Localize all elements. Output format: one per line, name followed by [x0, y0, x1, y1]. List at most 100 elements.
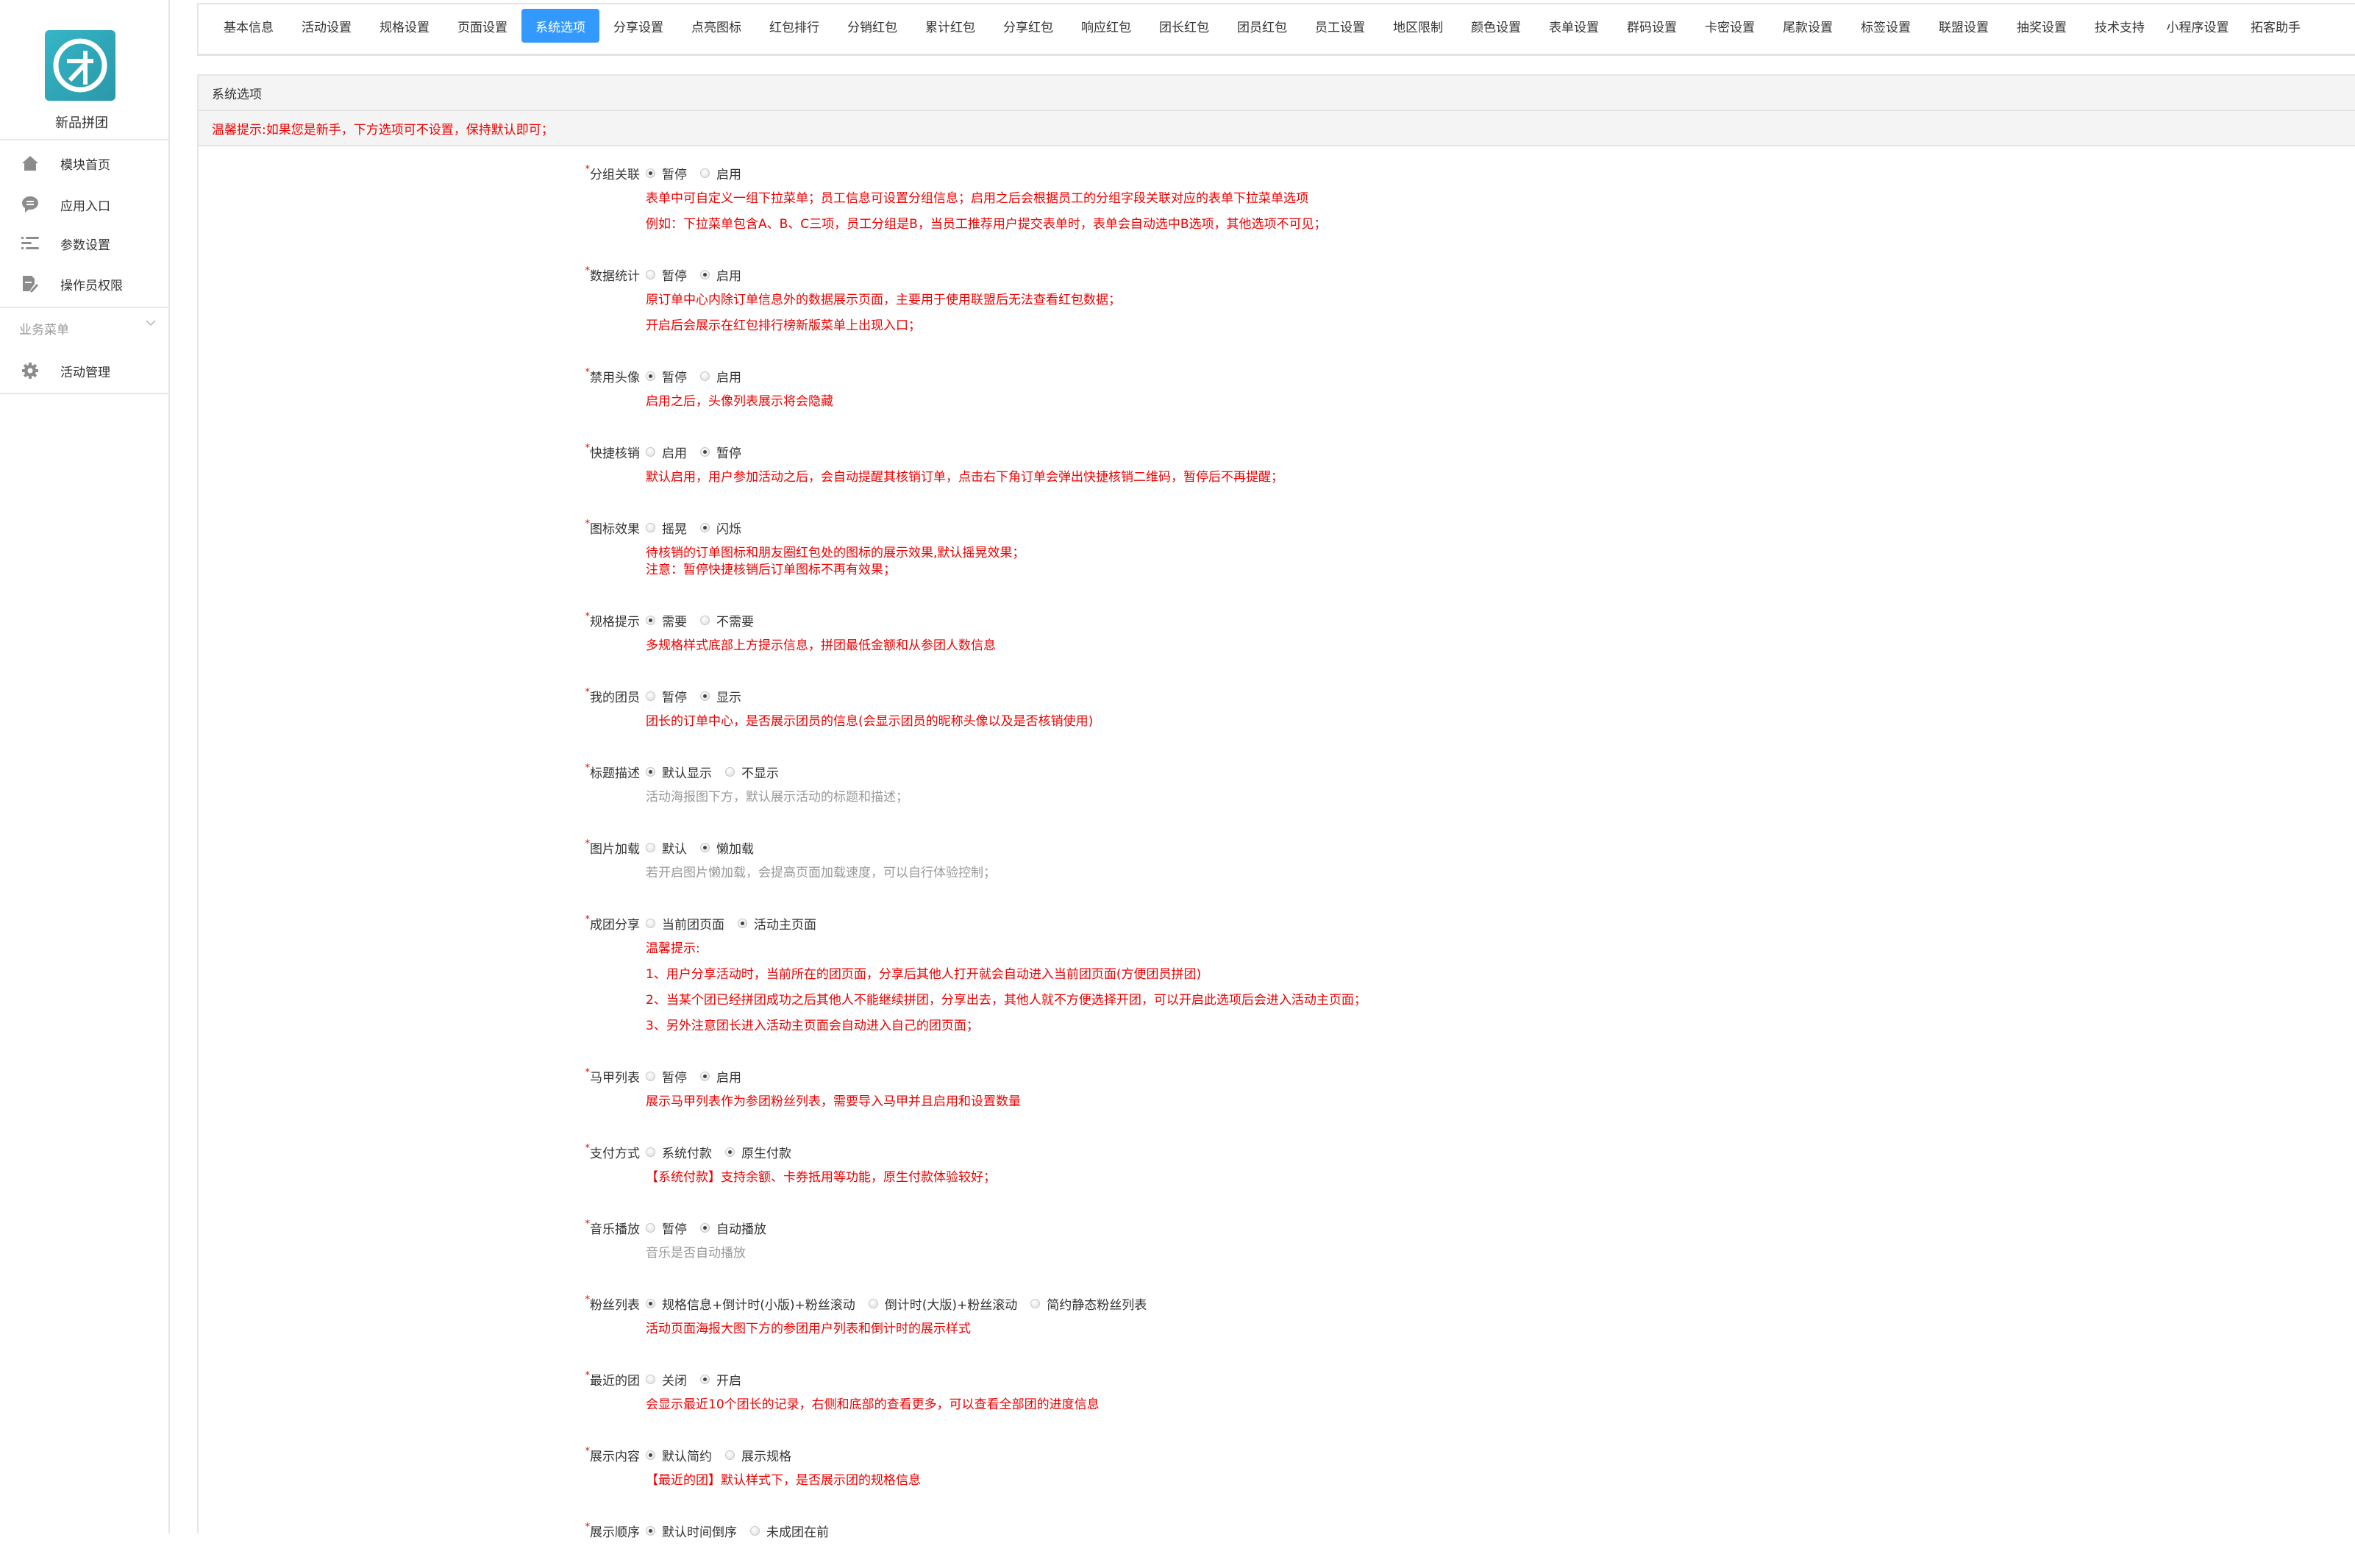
radio-option[interactable]: 懒加载 [700, 838, 754, 857]
radio-selected[interactable] [700, 691, 710, 701]
radio-option[interactable]: 显示 [700, 687, 741, 705]
radio-option[interactable]: 规格信息+倒计时(小版)+粉丝滚动 [646, 1294, 855, 1313]
radio-option[interactable]: 暂停 [646, 367, 687, 385]
radio-selected[interactable] [700, 447, 710, 457]
tab-item[interactable]: 颜色设置 [1457, 9, 1535, 43]
tab-item[interactable]: 点亮图标 [677, 9, 755, 43]
radio-option[interactable]: 展示规格 [725, 1446, 791, 1464]
radio-option[interactable]: 暂停 [646, 266, 687, 284]
radio-selected[interactable] [646, 1526, 655, 1536]
tab-item[interactable]: 页面设置 [443, 9, 521, 43]
radio-option[interactable]: 原生付款 [725, 1143, 791, 1161]
radio-selected[interactable] [725, 1147, 735, 1157]
radio-option[interactable]: 启用 [700, 266, 741, 284]
radio-unselected[interactable] [700, 371, 710, 381]
radio-selected[interactable] [646, 1299, 655, 1308]
radio-option[interactable]: 摇晃 [646, 518, 687, 537]
radio-option[interactable]: 需要 [646, 611, 687, 630]
sidebar-item-home[interactable]: 模块首页 [0, 145, 168, 182]
radio-option[interactable]: 启用 [700, 367, 741, 385]
tab-item[interactable]: 地区限制 [1379, 9, 1457, 43]
radio-option[interactable]: 自动播放 [700, 1219, 766, 1237]
tab-item[interactable]: 标签设置 [1847, 9, 1925, 43]
radio-unselected[interactable] [646, 447, 655, 457]
tab-item[interactable]: 基本信息 [210, 9, 288, 43]
tab-item[interactable]: 表单设置 [1535, 9, 1613, 43]
radio-selected[interactable] [646, 371, 655, 381]
chevron-down-icon[interactable] [146, 318, 156, 328]
sidebar-item-app-entry[interactable]: 应用入口 [0, 186, 168, 223]
radio-selected[interactable] [646, 1450, 655, 1460]
tab-item[interactable]: 规格设置 [366, 9, 443, 43]
radio-option[interactable]: 开启 [700, 1370, 741, 1389]
radio-unselected[interactable] [868, 1299, 878, 1308]
radio-option[interactable]: 不需要 [700, 611, 754, 630]
radio-option[interactable]: 启用 [700, 164, 741, 182]
radio-selected[interactable] [700, 523, 710, 532]
radio-option[interactable]: 简约静态粉丝列表 [1030, 1294, 1147, 1313]
sidebar-item-operator-permissions[interactable]: 操作员权限 [0, 266, 168, 302]
radio-selected[interactable] [700, 1223, 710, 1233]
radio-option[interactable]: 暂停 [646, 164, 687, 182]
radio-option[interactable]: 闪烁 [700, 518, 741, 537]
tab-item[interactable]: 团长红包 [1145, 9, 1223, 43]
radio-unselected[interactable] [646, 1223, 655, 1233]
sidebar-item-activity-management[interactable]: 活动管理 [0, 352, 168, 389]
radio-selected[interactable] [700, 270, 710, 279]
tab-item[interactable]: 抽奖设置 [2003, 9, 2081, 43]
tab-item[interactable]: 红包排行 [755, 9, 833, 43]
tab-item[interactable]: 活动设置 [288, 9, 366, 43]
radio-option[interactable]: 暂停 [646, 1219, 687, 1237]
radio-unselected[interactable] [646, 1072, 655, 1081]
tab-item[interactable]: 群码设置 [1613, 9, 1691, 43]
tab-item[interactable]: 分享红包 [989, 9, 1067, 43]
radio-option[interactable]: 暂停 [700, 443, 741, 461]
radio-selected[interactable] [700, 1072, 710, 1081]
radio-option[interactable]: 默认时间倒序 [646, 1522, 737, 1540]
radio-selected[interactable] [700, 1375, 710, 1384]
radio-option[interactable]: 不显示 [725, 763, 779, 781]
radio-option[interactable]: 默认简约 [646, 1446, 712, 1464]
sidebar-item-params[interactable]: 参数设置 [0, 225, 168, 262]
tab-item[interactable]: 小程序设置 [2159, 9, 2237, 43]
radio-option[interactable]: 启用 [646, 443, 687, 461]
sidebar-group-title[interactable]: 业务菜单 [19, 319, 69, 338]
tab-item[interactable]: 累计红包 [911, 9, 989, 43]
radio-option[interactable]: 当前团页面 [646, 914, 724, 933]
tab-item[interactable]: 技术支持 [2081, 9, 2159, 43]
tab-item[interactable]: 卡密设置 [1691, 9, 1769, 43]
radio-option[interactable]: 暂停 [646, 687, 687, 705]
tab-item[interactable]: 员工设置 [1301, 9, 1379, 43]
radio-option[interactable]: 关闭 [646, 1370, 687, 1389]
radio-option[interactable]: 启用 [700, 1067, 741, 1086]
radio-option[interactable]: 暂停 [646, 1067, 687, 1086]
radio-selected[interactable] [646, 767, 655, 777]
radio-unselected[interactable] [700, 616, 710, 625]
radio-unselected[interactable] [646, 919, 655, 928]
tab-item[interactable]: 系统选项 [521, 9, 599, 43]
radio-unselected[interactable] [646, 1147, 655, 1157]
tab-item[interactable]: 团员红包 [1223, 9, 1301, 43]
radio-option[interactable]: 倒计时(大版)+粉丝滚动 [868, 1294, 1017, 1313]
radio-selected[interactable] [738, 919, 747, 928]
tab-item[interactable]: 拓客助手 [2237, 9, 2315, 43]
radio-unselected[interactable] [725, 1450, 735, 1460]
radio-selected[interactable] [700, 843, 710, 852]
radio-unselected[interactable] [750, 1526, 760, 1536]
radio-unselected[interactable] [646, 523, 655, 532]
radio-unselected[interactable] [646, 1375, 655, 1384]
tab-item[interactable]: 联盟设置 [1925, 9, 2003, 43]
tab-item[interactable]: 分享设置 [599, 9, 677, 43]
radio-unselected[interactable] [646, 691, 655, 701]
radio-option[interactable]: 未成团在前 [750, 1522, 829, 1540]
radio-option[interactable]: 活动主页面 [738, 914, 816, 933]
radio-option[interactable]: 系统付款 [646, 1143, 712, 1161]
radio-selected[interactable] [646, 168, 655, 178]
tab-item[interactable]: 响应红包 [1067, 9, 1145, 43]
radio-unselected[interactable] [725, 767, 735, 777]
tab-item[interactable]: 分销红包 [833, 9, 911, 43]
radio-unselected[interactable] [1030, 1299, 1041, 1308]
radio-unselected[interactable] [646, 270, 655, 279]
radio-unselected[interactable] [646, 843, 655, 852]
tab-item[interactable]: 尾款设置 [1769, 9, 1847, 43]
